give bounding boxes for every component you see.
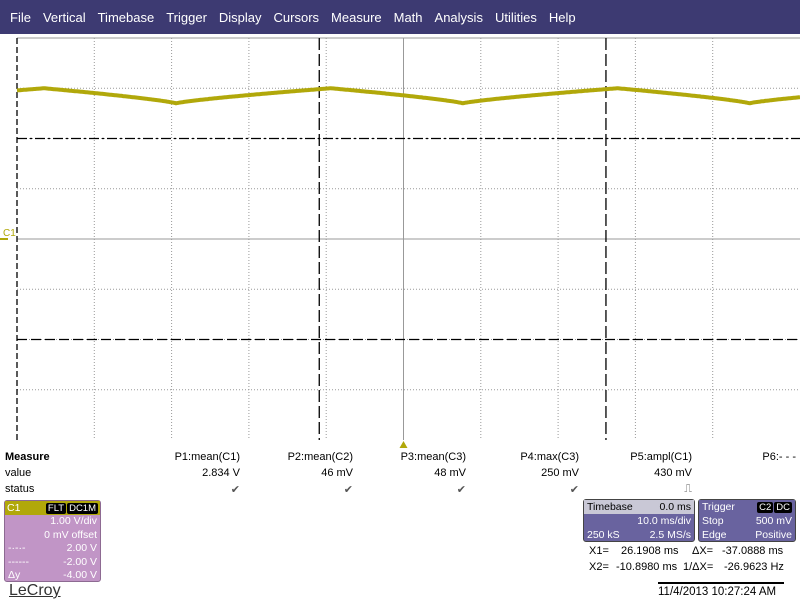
param-name[interactable]: P1:mean(C1) <box>130 451 240 463</box>
trigger-panel[interactable]: Trigger C2 DC Stop 500 mV Edge Positive <box>698 499 796 542</box>
param-status: ✔ <box>343 484 353 496</box>
menu-utilities[interactable]: Utilities <box>489 10 543 25</box>
param-status: ⎍ <box>684 483 692 495</box>
menu-file[interactable]: File <box>4 10 37 25</box>
dx-value: -37.0888 ms <box>722 545 784 557</box>
dx-label: ΔX= <box>692 545 714 557</box>
param-name[interactable]: P4:max(C3) <box>469 451 579 463</box>
param-value: 430 mV <box>654 467 692 479</box>
trigger-level: 500 mV <box>755 515 792 527</box>
param-status: ✔ <box>569 484 579 496</box>
trace-c1 <box>16 86 800 106</box>
value-label: value <box>5 467 32 479</box>
trigger-title: Trigger <box>702 501 735 513</box>
param-value: 250 mV <box>541 467 579 479</box>
channel-marker-c1[interactable]: C1 <box>3 228 16 239</box>
waveform-grid: C1 <box>0 37 800 448</box>
offset: 0 mV offset <box>44 528 97 541</box>
cursor1-value: 2.00 V <box>66 542 97 554</box>
trigger-type: Edge <box>702 529 727 541</box>
param-value: 46 mV <box>321 467 353 479</box>
channel-c1-panel[interactable]: C1 FLT DC1M 1.00 V/div 0 mV offset -·-·- 2.… <box>4 500 101 582</box>
cursor2-symbol: ------ <box>8 555 29 568</box>
param-name[interactable]: P2:mean(C2) <box>243 451 353 463</box>
datetime: 11/4/2013 10:27:24 AM <box>658 582 784 598</box>
volts-per-div: 1.00 V/div <box>50 515 97 527</box>
trigger-mode: Stop <box>702 515 724 527</box>
trigger-source-badge: C2 <box>757 502 774 513</box>
lecroy-logo: LeCroy <box>9 582 61 599</box>
filter-badge: FLT <box>45 503 67 514</box>
menu-bar: File Vertical Timebase Trigger Display Cursor… <box>0 0 800 34</box>
inv-dx-value: -26.9623 Hz <box>724 561 784 573</box>
x2-label: X2= <box>589 561 609 573</box>
param-name[interactable]: P6:- - - <box>686 451 796 463</box>
timebase-delay: 0.0 ms <box>659 501 691 513</box>
cursor1-symbol: -·-·- <box>8 542 26 554</box>
channel-name: C1 <box>7 502 21 514</box>
param-name[interactable]: P5:ampl(C1) <box>582 451 692 463</box>
menu-trigger[interactable]: Trigger <box>160 10 213 25</box>
param-value: 2.834 V <box>202 467 240 479</box>
coupling-badge: DC1M <box>67 503 98 514</box>
menu-help[interactable]: Help <box>543 10 582 25</box>
status-label: status <box>5 483 35 495</box>
trigger-position-marker[interactable] <box>399 441 408 448</box>
sample-rate: 2.5 MS/s <box>649 529 691 541</box>
x1-value: 26.1908 ms <box>621 545 679 557</box>
cursor2-value: -2.00 V <box>63 555 97 568</box>
inv-dx-label: 1/ΔX= <box>683 561 714 573</box>
menu-analysis[interactable]: Analysis <box>429 10 489 25</box>
x1-label: X1= <box>589 545 609 557</box>
x2-value: -10.8980 ms <box>616 561 678 573</box>
trigger-slope: Positive <box>755 529 792 541</box>
menu-math[interactable]: Math <box>388 10 429 25</box>
delta-y-label: Δy <box>8 569 21 581</box>
menu-timebase[interactable]: Timebase <box>92 10 161 25</box>
menu-display[interactable]: Display <box>213 10 268 25</box>
timebase-panel[interactable]: Timebase 0.0 ms 10.0 ms/div 250 kS 2.5 MS/… <box>583 499 695 542</box>
param-value: 48 mV <box>434 467 466 479</box>
param-status: ✔ <box>230 484 240 496</box>
measure-title: Measure <box>5 451 50 463</box>
menu-vertical[interactable]: Vertical <box>37 10 92 25</box>
time-per-div: 10.0 ms/div <box>637 515 691 527</box>
menu-cursors[interactable]: Cursors <box>268 10 326 25</box>
trigger-coupling-badge: DC <box>774 502 792 513</box>
param-status: ✔ <box>456 484 466 496</box>
delta-y-value: -4.00 V <box>63 569 97 581</box>
sample-count: 250 kS <box>587 529 620 541</box>
param-name[interactable]: P3:mean(C3) <box>356 451 466 463</box>
menu-measure[interactable]: Measure <box>325 10 388 25</box>
timebase-title: Timebase <box>587 501 633 513</box>
